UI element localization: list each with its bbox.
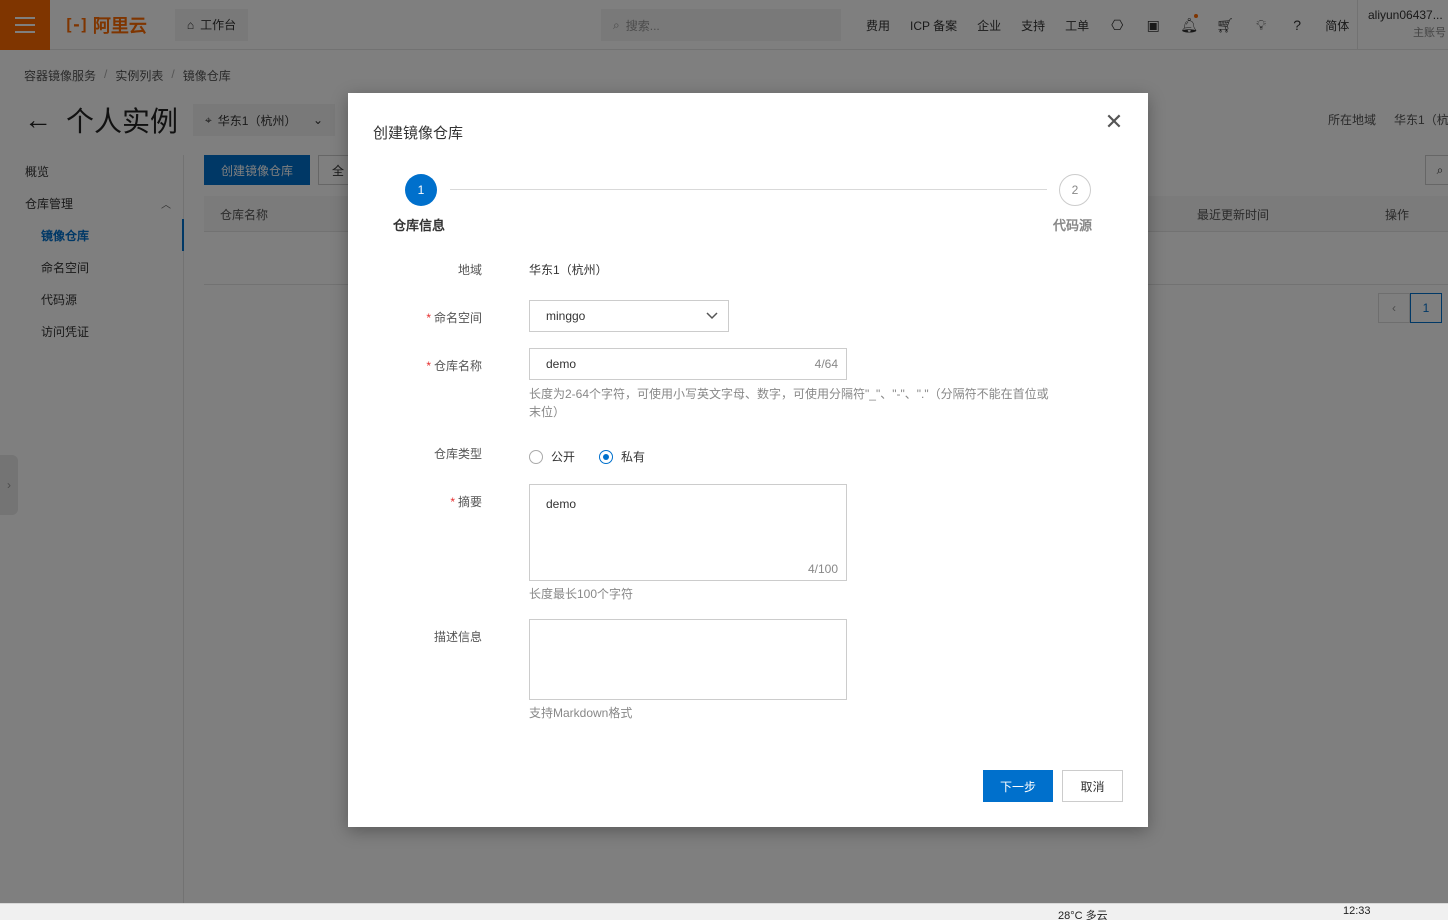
required-mark: * [426,311,431,325]
required-mark: * [450,495,455,509]
description-help: 支持Markdown格式 [529,706,633,720]
step-indicator: 1 2 仓库信息 代码源 [348,174,1148,234]
summary-value: demo [546,497,577,511]
radio-public[interactable]: 公开 [529,448,575,465]
summary-textarea[interactable]: demo 4/100 [529,484,847,581]
weather-status: 28°C 多云 [1058,910,1108,920]
summary-help: 长度最长100个字符 [529,587,634,601]
region-value: 华东1（杭州） [529,263,608,277]
namespace-label-text: 命名空间 [433,311,482,325]
repo-type-label-text: 仓库类型 [433,447,482,461]
step-2-label: 代码源 [1053,218,1093,233]
namespace-select[interactable]: minggo [529,300,729,332]
step-1-label: 仓库信息 [393,218,446,233]
radio-button[interactable] [529,449,543,464]
create-repo-dialog: 创建镜像仓库 ✕ 1 2 仓库信息 代码源 地域 华东1（杭州） * 命名空间 m… [348,93,1148,827]
step-2-circle: 2 [1059,174,1091,206]
taskbar: 28°C 多云 12:33 [0,903,1448,920]
namespace-select-value: minggo [546,309,586,323]
next-step-button[interactable]: 下一步 [983,770,1053,802]
summary-label: * 摘要 [408,493,482,510]
step-connector [450,189,1047,190]
summary-label-text: 摘要 [457,495,482,509]
summary-counter: 4/100 [807,562,838,576]
repo-type-radio-group: 公开 私有 [529,448,645,465]
repo-name-help-line: 末位） [529,405,566,419]
repo-name-counter: 4/64 [814,357,838,371]
cancel-button[interactable]: 取消 [1062,770,1123,802]
radio-button-selected[interactable] [599,449,614,464]
repo-name-label-text: 仓库名称 [433,359,482,373]
radio-label: 公开 [551,450,576,464]
dialog-title: 创建镜像仓库 [373,125,464,142]
description-label-text: 描述信息 [433,630,482,644]
repo-type-label: 仓库类型 [408,445,482,462]
repo-name-help: 长度为2-64个字符，可使用小写英文字母、数字，可使用分隔符"_"、"-"、".… [529,385,1049,421]
required-mark: * [426,359,431,373]
radio-private[interactable]: 私有 [599,448,645,465]
description-textarea[interactable] [529,619,847,700]
radio-label: 私有 [621,450,646,464]
repo-name-input[interactable]: demo 4/64 [529,348,847,380]
repo-name-value: demo [546,357,577,371]
repo-name-help-line: 长度为2-64个字符，可使用小写英文字母、数字，可使用分隔符"_"、"-"、".… [529,387,1049,401]
chevron-down-icon [706,312,718,320]
close-icon[interactable]: ✕ [1102,110,1126,134]
namespace-label: * 命名空间 [408,309,482,326]
region-label: 地域 [408,261,482,278]
clock: 12:33 [1343,905,1371,917]
description-label: 描述信息 [408,628,482,645]
repo-name-label: * 仓库名称 [408,357,482,374]
step-1-circle: 1 [405,174,437,206]
region-label-text: 地域 [457,263,482,277]
